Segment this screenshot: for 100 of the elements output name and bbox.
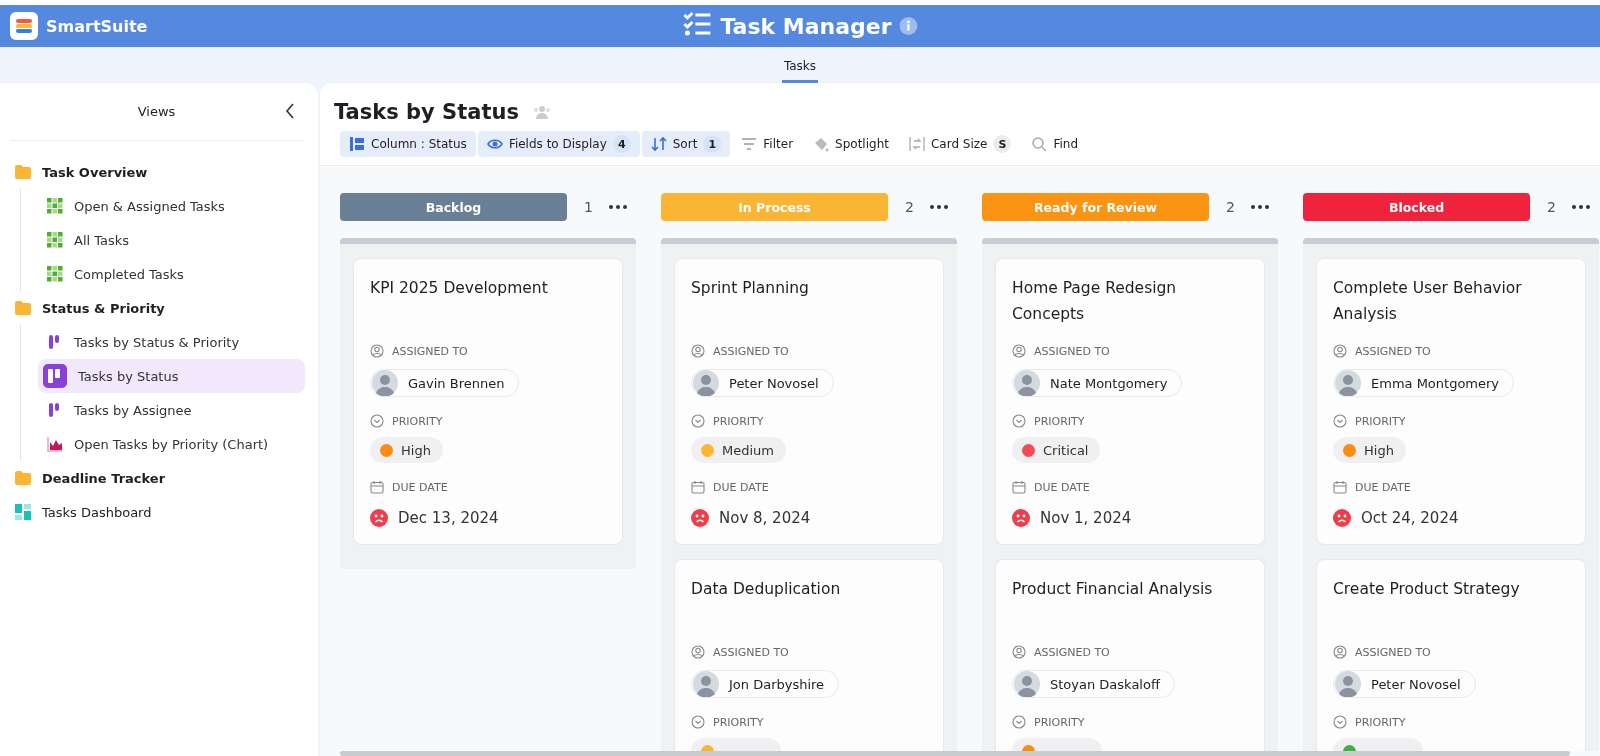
app-title: Task Manager: [720, 13, 892, 39]
sidebar-item[interactable]: Tasks by Assignee: [38, 393, 305, 427]
avatar-icon: [1014, 671, 1040, 697]
card-count: 1: [584, 199, 593, 215]
user-icon: [1012, 645, 1026, 659]
more-icon[interactable]: [929, 205, 948, 209]
sidebar-item[interactable]: Task Overview: [10, 155, 308, 189]
assignee-name: Jon Darbyshire: [729, 676, 825, 692]
chevron-circle-icon: [1333, 414, 1347, 428]
folder-icon: [15, 165, 31, 179]
avatar-icon: [693, 370, 719, 396]
task-card[interactable]: Data Deduplication ASSIGNED TO Jon Darbyshire PRIORITY: [674, 559, 944, 751]
chevron-circle-icon: [691, 715, 705, 729]
field-label: ASSIGNED TO: [1034, 344, 1110, 358]
sidebar-item[interactable]: Tasks by Status & Priority: [38, 325, 305, 359]
sidebar-item[interactable]: Open Tasks by Priority (Chart): [38, 427, 305, 461]
card-title: Create Product Strategy: [1333, 579, 1521, 600]
sidebar-item[interactable]: Tasks Dashboard: [10, 495, 308, 529]
column-header[interactable]: Backlog: [340, 193, 567, 221]
task-card[interactable]: Sprint Planning ASSIGNED TO Peter Novosel PRIORITY Medium DUE DATE Nov 8, 2024: [674, 258, 944, 545]
avatar-icon: [1335, 370, 1361, 396]
field-label: ASSIGNED TO: [392, 344, 468, 358]
field-label: PRIORITY: [1355, 414, 1406, 428]
assignee-name: Gavin Brennen: [408, 375, 505, 391]
sidebar-item[interactable]: Tasks by Status: [38, 359, 305, 393]
app-name: SmartSuite: [46, 16, 148, 36]
sidebar-item[interactable]: Open & Assigned Tasks: [38, 189, 305, 223]
field-label: ASSIGNED TO: [1355, 645, 1431, 659]
field-label: PRIORITY: [1034, 715, 1085, 729]
due-date: Dec 13, 2024: [398, 509, 499, 527]
folder-icon: [15, 301, 31, 315]
field-label: ASSIGNED TO: [713, 645, 789, 659]
toolbar-button[interactable]: Sort 1: [641, 131, 731, 157]
avatar-icon: [693, 671, 719, 697]
count-badge: 4: [612, 135, 631, 153]
task-card[interactable]: Create Product Strategy ASSIGNED TO Peter Novosel PRIORITY: [1316, 559, 1586, 751]
task-card[interactable]: Product Financial Analysis ASSIGNED TO Stoyan Daskaloff PRIORITY: [995, 559, 1265, 751]
sort-icon: [650, 136, 667, 152]
kanban-icon: [43, 364, 67, 388]
field-label: ASSIGNED TO: [713, 344, 789, 358]
toolbar-button[interactable]: Filter: [732, 131, 803, 157]
grid-icon: [47, 232, 63, 248]
sidebar-item[interactable]: Status & Priority: [10, 291, 308, 325]
chevron-circle-icon: [1012, 715, 1026, 729]
count-badge: 1: [703, 135, 722, 153]
avatar-icon: [1014, 370, 1040, 396]
logo-icon[interactable]: [10, 12, 38, 40]
kanban-icon: [48, 334, 62, 350]
field-label: ASSIGNED TO: [1034, 645, 1110, 659]
calendar-icon: [370, 480, 384, 494]
card-count: 2: [905, 199, 914, 215]
more-icon[interactable]: [1571, 205, 1590, 209]
grid-icon: [47, 266, 63, 282]
info-icon[interactable]: [899, 17, 918, 35]
more-icon[interactable]: [608, 205, 627, 209]
field-label: PRIORITY: [713, 715, 764, 729]
field-label: PRIORITY: [713, 414, 764, 428]
task-card[interactable]: Home Page Redesign Concepts ASSIGNED TO Nate Montgomery PRIORITY Critical DUE DATE Nov 1, 2024: [995, 258, 1265, 545]
toolbar-button[interactable]: Find: [1022, 131, 1088, 157]
assignee-name: Stoyan Daskaloff: [1050, 676, 1160, 692]
card-count: 2: [1226, 199, 1235, 215]
collapse-icon[interactable]: [285, 103, 295, 119]
task-card[interactable]: Complete User Behavior Analysis ASSIGNED TO Emma Montgomery PRIORITY High DUE DATE Oct 24, 2024: [1316, 258, 1586, 545]
toolbar-button[interactable]: Card Size S: [899, 131, 1021, 157]
sidebar-item[interactable]: Completed Tasks: [38, 257, 305, 291]
column-icon: [349, 136, 365, 152]
user-icon: [370, 344, 384, 358]
field-label: PRIORITY: [1355, 715, 1406, 729]
calendar-icon: [1333, 480, 1347, 494]
sidebar-title: Views: [137, 104, 176, 119]
avatar-icon: [372, 370, 398, 396]
assignee-name: Peter Novosel: [1371, 676, 1461, 692]
priority-label: High: [401, 442, 431, 458]
sidebar-item[interactable]: All Tasks: [38, 223, 305, 257]
card-title: Product Financial Analysis: [1012, 579, 1214, 600]
field-label: ASSIGNED TO: [1355, 344, 1431, 358]
scrollbar[interactable]: [340, 751, 1570, 756]
search-icon: [1031, 136, 1048, 152]
task-card[interactable]: KPI 2025 Development ASSIGNED TO Gavin Brennen PRIORITY High DUE DATE Dec 13, 2024: [353, 258, 623, 545]
card-title: Home Page Redesign Concepts: [1012, 278, 1178, 325]
field-label: DUE DATE: [713, 480, 769, 494]
paint-bucket-icon: [813, 136, 830, 152]
toolbar-button[interactable]: Column : Status: [340, 131, 476, 157]
filter-icon: [741, 136, 758, 152]
more-icon[interactable]: [1250, 205, 1269, 209]
card-title: KPI 2025 Development: [370, 278, 549, 299]
chevron-circle-icon: [370, 414, 384, 428]
card-title: Complete User Behavior Analysis: [1333, 278, 1523, 325]
user-icon: [691, 645, 705, 659]
sidebar-item[interactable]: Deadline Tracker: [10, 461, 308, 495]
assignee-name: Peter Novosel: [729, 375, 819, 391]
grid-icon: [47, 198, 63, 214]
column-header[interactable]: Blocked: [1303, 193, 1530, 221]
toolbar-button[interactable]: Spotlight: [804, 131, 898, 157]
card-title: Sprint Planning: [691, 278, 810, 299]
assignee-name: Emma Montgomery: [1371, 375, 1500, 391]
assignee-name: Nate Montgomery: [1050, 375, 1168, 391]
user-icon: [1333, 645, 1347, 659]
toolbar-button[interactable]: Fields to Display 4: [477, 131, 640, 157]
user-icon: [691, 344, 705, 358]
